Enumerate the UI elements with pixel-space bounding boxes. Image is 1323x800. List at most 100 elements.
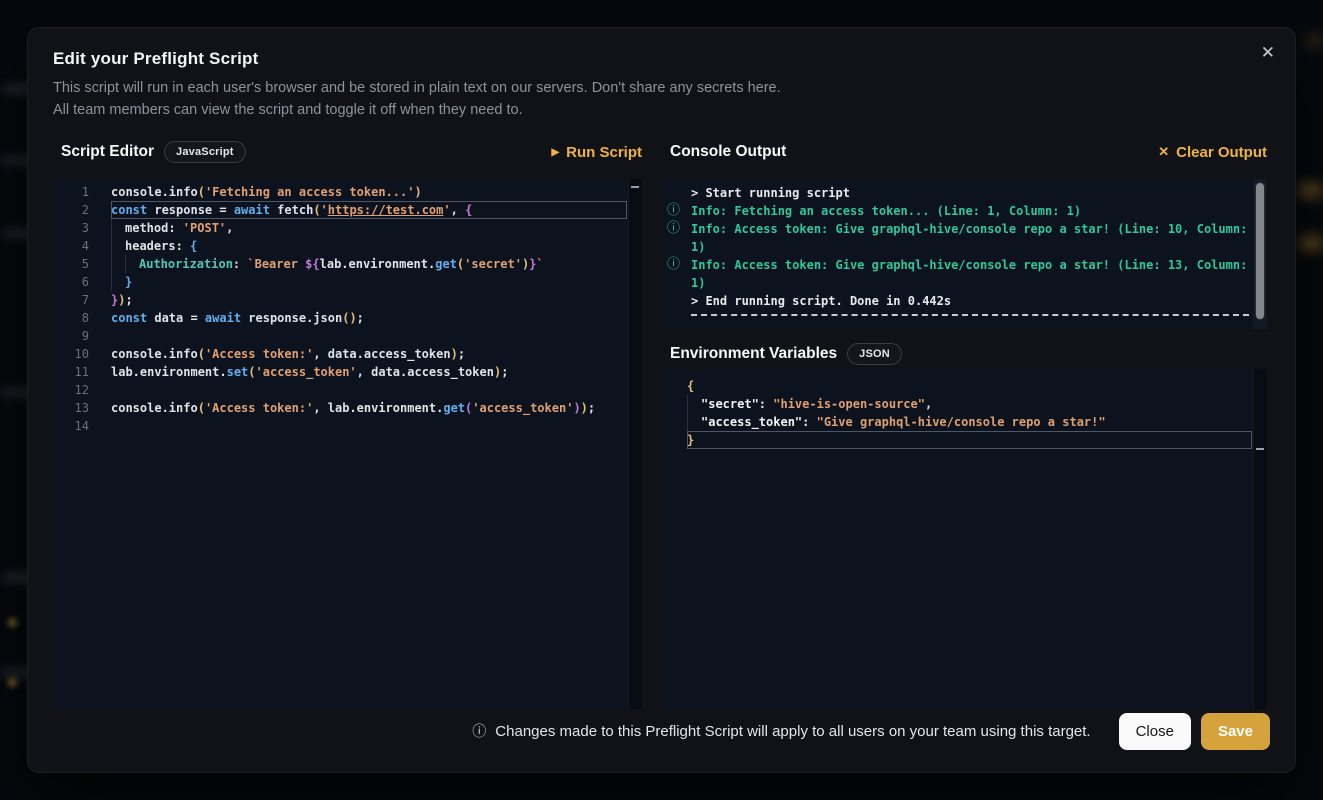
- code-content: Authorization: `Bearer ${lab.environment…: [111, 255, 627, 273]
- environment-editor[interactable]: { "secret": "hive-is-open-source", "acce…: [662, 369, 1267, 709]
- code-token: , lab.environment.: [313, 401, 443, 415]
- line-number: 12: [53, 381, 89, 399]
- language-badge: JavaScript: [164, 141, 246, 163]
- code-line: 11lab.environment.set('access_token', da…: [53, 363, 642, 381]
- code-token: }: [125, 275, 132, 289]
- preflight-script-modal: ✕ Edit your Preflight Script This script…: [27, 27, 1296, 773]
- footer-note-text: Changes made to this Preflight Script wi…: [495, 723, 1090, 740]
- line-number: 5: [53, 255, 89, 273]
- code-token: , data.access_token: [357, 365, 494, 379]
- code-line: 2const response = await fetch('https://t…: [53, 201, 642, 219]
- console-output[interactable]: > Start running scriptⓘInfo: Fetching an…: [662, 179, 1267, 329]
- info-icon: ⓘ: [472, 721, 486, 741]
- code-token: lab.environment.: [320, 257, 436, 271]
- code-line: 6 }: [53, 273, 642, 291]
- script-code: 1console.info('Fetching an access token.…: [53, 179, 642, 435]
- line-number: 7: [53, 291, 89, 309]
- console-text: Info: Access token: Give graphql-hive/co…: [691, 258, 1255, 290]
- code-line: 7});: [53, 291, 642, 309]
- line-number: 8: [53, 309, 89, 327]
- code-line: 1console.info('Fetching an access token.…: [53, 183, 642, 201]
- code-line: 12: [53, 381, 642, 399]
- code-token: 'POST': [183, 221, 226, 235]
- code-line: 4 headers: {: [53, 237, 642, 255]
- code-line: 3 method: 'POST',: [53, 219, 642, 237]
- code-token: const: [111, 311, 147, 325]
- code-token: (: [198, 401, 205, 415]
- code-line: {: [662, 377, 1267, 395]
- code-token: ;: [501, 365, 508, 379]
- code-token: {: [687, 379, 694, 393]
- code-line: "access_token": "Give graphql-hive/conso…: [662, 413, 1267, 431]
- code-token: "access_token": [701, 415, 802, 429]
- console-line: > End running script. Done in 0.442s: [662, 292, 1267, 310]
- code-token: https://test.com: [328, 203, 444, 217]
- code-token: "secret": [701, 397, 759, 411]
- code-token: Authorization: [139, 257, 233, 271]
- code-token: ${: [305, 257, 319, 271]
- code-content: const response = await fetch('https://te…: [111, 201, 627, 219]
- code-token: ,: [451, 203, 465, 217]
- background-artifact: [1298, 184, 1323, 197]
- close-icon[interactable]: ✕: [1261, 44, 1275, 61]
- code-token: 'Access token:': [205, 401, 313, 415]
- console-header: Console Output ✕ Clear Output: [662, 140, 1267, 164]
- code-content: [111, 417, 627, 435]
- indent-guide: [111, 237, 125, 255]
- code-token: "Give graphql-hive/console repo a star!": [817, 415, 1106, 429]
- line-number: 9: [53, 327, 89, 345]
- code-content: "secret": "hive-is-open-source",: [687, 395, 1252, 413]
- cursor-marker: [631, 186, 639, 188]
- code-token: "hive-is-open-source": [773, 397, 925, 411]
- script-editor-heading: Script Editor: [61, 143, 154, 161]
- code-token: lab.environment.: [111, 365, 227, 379]
- code-token: await: [205, 311, 241, 325]
- code-token: (: [198, 185, 205, 199]
- clear-output-button[interactable]: ✕ Clear Output: [1158, 144, 1267, 161]
- code-line: }: [662, 431, 1267, 449]
- code-token: 'access_token': [472, 401, 573, 415]
- code-token: (: [248, 365, 255, 379]
- code-token: headers:: [125, 239, 190, 253]
- save-button[interactable]: Save: [1201, 713, 1270, 750]
- modal-description-line2: All team members can view the script and…: [53, 99, 781, 121]
- code-token: ): [349, 311, 356, 325]
- code-content: console.info('Access token:', data.acces…: [111, 345, 627, 363]
- modal-footer: ⓘ Changes made to this Preflight Script …: [53, 712, 1270, 750]
- modal-description: This script will run in each user's brow…: [53, 77, 781, 121]
- json-badge: JSON: [847, 343, 902, 365]
- code-content: method: 'POST',: [111, 219, 627, 237]
- code-token: ;: [357, 311, 364, 325]
- background-artifact: [8, 618, 17, 627]
- code-token: 'Access token:': [205, 347, 313, 361]
- run-script-button[interactable]: ▶ Run Script: [551, 144, 642, 161]
- script-editor-header: Script Editor JavaScript ▶ Run Script: [53, 140, 642, 164]
- code-content: console.info('Fetching an access token..…: [111, 183, 627, 201]
- modal-description-line1: This script will run in each user's brow…: [53, 77, 781, 99]
- code-token: }: [687, 433, 694, 447]
- code-token: , data.access_token: [313, 347, 450, 361]
- code-line: 10 console.info('Access token:', data.acc…: [53, 345, 642, 363]
- code-token: ': [321, 203, 328, 217]
- indent-guide: [111, 219, 125, 237]
- close-button[interactable]: Close: [1119, 713, 1191, 750]
- code-token: data =: [147, 311, 205, 325]
- code-token: console.info: [111, 185, 198, 199]
- code-content: {: [687, 377, 1252, 395]
- console-scrollbar[interactable]: [1253, 179, 1267, 329]
- background-artifact: [8, 678, 17, 687]
- code-token: 'Fetching an access token...': [205, 185, 415, 199]
- code-token: (: [313, 203, 320, 217]
- line-number: 13: [53, 399, 89, 417]
- code-token: ;: [458, 347, 465, 361]
- code-content: [111, 327, 627, 345]
- info-icon: ⓘ: [667, 220, 680, 238]
- code-line: "secret": "hive-is-open-source",: [662, 395, 1267, 413]
- code-content: "access_token": "Give graphql-hive/conso…: [687, 413, 1252, 431]
- script-editor[interactable]: 1console.info('Fetching an access token.…: [53, 179, 642, 709]
- console-text: > End running script. Done in 0.442s: [691, 294, 951, 308]
- code-token: {: [465, 203, 472, 217]
- console-scrollbar-thumb[interactable]: [1255, 182, 1265, 320]
- line-number: 10: [53, 345, 89, 363]
- code-token: ,: [925, 397, 932, 411]
